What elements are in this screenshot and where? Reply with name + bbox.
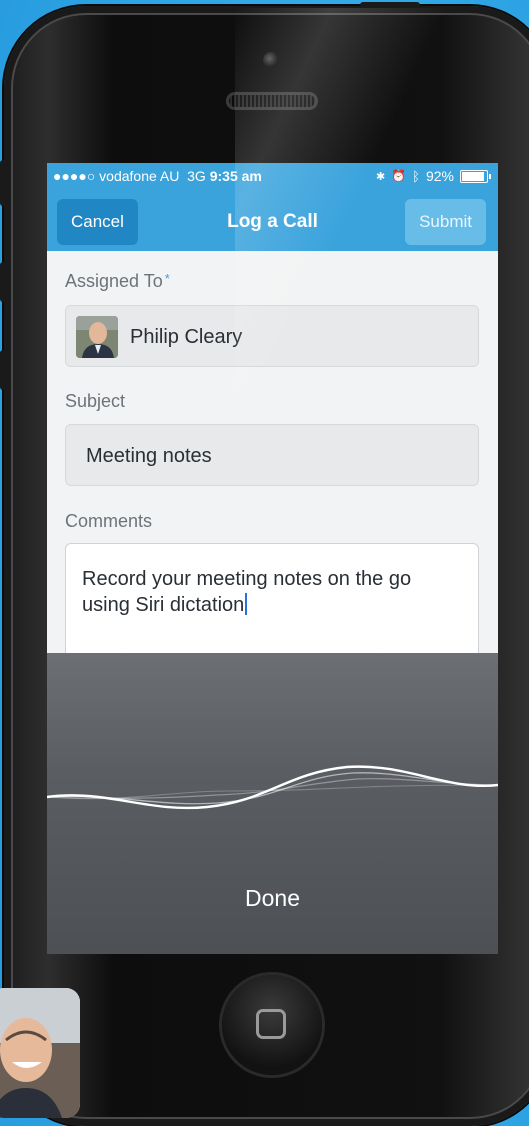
earpiece-speaker <box>226 92 318 110</box>
clock: 9:35 am <box>209 168 262 184</box>
ring-switch <box>0 160 8 206</box>
activity-icon: ✱ <box>375 170 386 183</box>
presenter-photo <box>0 988 80 1118</box>
status-bar: ●●●●○ vodafone AU 3G 9:35 am ✱ ⏰ ᛒ 92% <box>47 163 498 189</box>
subject-label: Subject <box>65 391 126 411</box>
voice-waveform <box>47 765 498 810</box>
dictation-panel: Done <box>47 653 498 954</box>
done-button[interactable]: Done <box>47 885 498 912</box>
bluetooth-icon: ᛒ <box>412 168 420 184</box>
assigned-to-label: Assigned To * <box>65 271 170 291</box>
volume-up-button <box>0 262 8 302</box>
network-type: 3G <box>187 168 206 184</box>
power-button <box>360 2 420 8</box>
battery-icon <box>460 169 491 183</box>
comments-label: Comments <box>65 511 153 531</box>
avatar <box>76 316 118 358</box>
volume-down-button <box>0 350 8 390</box>
nav-bar: Cancel Log a Call Submit <box>47 189 498 251</box>
home-square-icon <box>256 1009 286 1039</box>
alarm-icon: ⏰ <box>391 169 407 183</box>
submit-button[interactable]: Submit <box>405 199 486 245</box>
subject-field[interactable]: Meeting notes <box>65 424 479 486</box>
assigned-to-value: Philip Cleary <box>130 326 243 348</box>
battery-percent: 92% <box>425 168 454 184</box>
home-button[interactable] <box>222 975 322 1075</box>
assigned-to-field[interactable]: Philip Cleary <box>65 305 479 367</box>
front-camera <box>263 52 279 68</box>
subject-value: Meeting notes <box>86 445 212 467</box>
phone-screen: ●●●●○ vodafone AU 3G 9:35 am ✱ ⏰ ᛒ 92% C… <box>47 163 498 954</box>
required-marker: * <box>164 271 170 286</box>
text-cursor <box>245 593 248 615</box>
carrier-label: ●●●●○ vodafone AU <box>53 168 180 184</box>
battery-fill <box>462 171 484 181</box>
